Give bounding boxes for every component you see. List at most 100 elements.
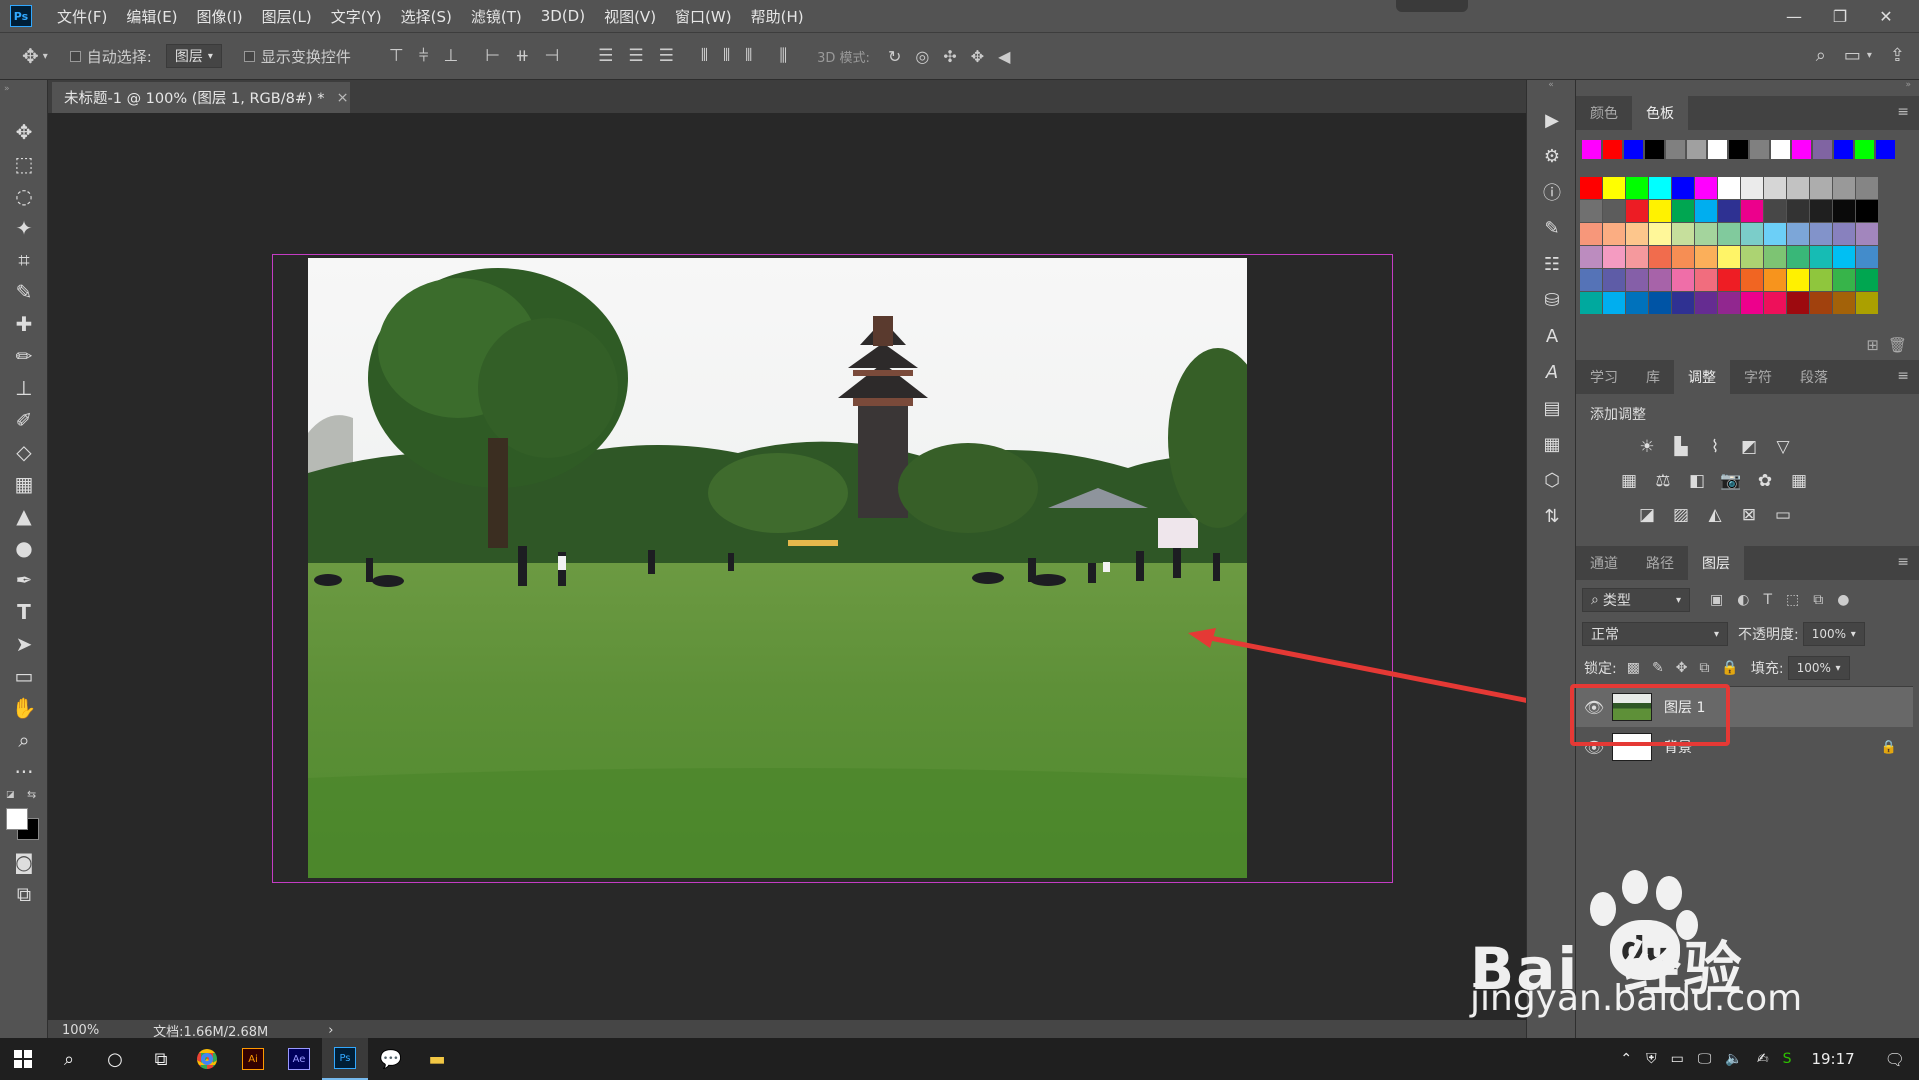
gradient-icon[interactable]: ▦ xyxy=(0,468,48,500)
gradient-map-icon[interactable]: ▭ xyxy=(1770,502,1796,528)
delete-swatch-icon[interactable]: 🗑 xyxy=(1888,336,1907,354)
swatch[interactable] xyxy=(1764,246,1786,268)
tray-chevron-icon[interactable]: ⌃ xyxy=(1620,1051,1632,1067)
panel-tab[interactable]: 调整 xyxy=(1674,360,1730,394)
color-lookup-icon[interactable]: ▦ xyxy=(1786,468,1812,494)
swatch[interactable] xyxy=(1580,223,1602,245)
invert-icon[interactable]: ◪ xyxy=(1634,502,1660,528)
align-hcenter-icon[interactable]: ⧺ xyxy=(515,46,529,66)
panel-tab[interactable]: 段落 xyxy=(1786,360,1842,394)
swatch[interactable] xyxy=(1649,269,1671,291)
filter-pixel-icon[interactable]: ▣ xyxy=(1710,592,1723,608)
swatch[interactable] xyxy=(1695,292,1717,314)
windows-start-icon[interactable] xyxy=(0,1038,46,1080)
posterize-icon[interactable]: ▨ xyxy=(1668,502,1694,528)
panel-tab[interactable]: 字符 xyxy=(1730,360,1786,394)
distribute-left-icon[interactable]: ⫴ xyxy=(701,46,708,66)
levels-icon[interactable]: ▙ xyxy=(1668,434,1694,460)
lock-paint-icon[interactable]: ✎ xyxy=(1652,660,1664,676)
distribute-vcenter-icon[interactable]: ☰ xyxy=(628,46,643,66)
swatch[interactable] xyxy=(1695,177,1717,199)
pan-3d-icon[interactable]: ✣ xyxy=(943,47,956,66)
comment-icon[interactable]: ▦ xyxy=(1527,426,1577,462)
swatch[interactable] xyxy=(1856,177,1878,199)
align-right-icon[interactable]: ⊣ xyxy=(544,46,559,66)
distribute-bottom-icon[interactable]: ☰ xyxy=(659,46,674,66)
orbit-3d-icon[interactable]: ↻ xyxy=(888,47,901,66)
slide-3d-icon[interactable]: ✥ xyxy=(971,47,984,66)
auto-align-icon[interactable]: ⫼ xyxy=(779,46,787,66)
network-icon[interactable]: 🖵 xyxy=(1698,1051,1712,1067)
swatch[interactable] xyxy=(1833,223,1855,245)
more-tools-icon[interactable]: ··· xyxy=(0,756,48,788)
adjustments-menu-icon[interactable]: ≡ xyxy=(1897,368,1909,384)
swatch[interactable] xyxy=(1718,177,1740,199)
menu-item[interactable]: 窗口(W) xyxy=(675,6,732,27)
adjust-sliders-icon[interactable]: ☷ xyxy=(1527,246,1577,282)
swatch[interactable] xyxy=(1856,292,1878,314)
swatch[interactable] xyxy=(1833,246,1855,268)
notifications-icon[interactable]: 🗨 xyxy=(1885,1050,1905,1069)
battery-icon[interactable]: ▭ xyxy=(1671,1051,1684,1067)
dock-collapse-icon[interactable]: « xyxy=(1527,80,1575,102)
lasso-icon[interactable]: ◌ xyxy=(0,180,48,212)
swatch[interactable] xyxy=(1666,140,1685,159)
swatch[interactable] xyxy=(1626,200,1648,222)
workspace-chevron-icon[interactable]: ▾ xyxy=(1867,50,1872,61)
pen-icon[interactable]: ✍ xyxy=(1757,1051,1769,1067)
brush-icon[interactable]: ✏ xyxy=(0,340,48,372)
glyph-icon[interactable]: A xyxy=(1527,354,1577,390)
workspace-icon[interactable]: ▭ xyxy=(1844,45,1861,66)
opacity-input[interactable]: 100% ▾ xyxy=(1802,622,1865,646)
document-tab[interactable]: 未标题-1 @ 100% (图层 1, RGB/8#) * × xyxy=(52,82,350,113)
swatch[interactable] xyxy=(1626,223,1648,245)
swatch[interactable] xyxy=(1787,177,1809,199)
panel-tab[interactable]: 色板 xyxy=(1632,96,1688,130)
swatch[interactable] xyxy=(1718,269,1740,291)
swatch[interactable] xyxy=(1856,269,1878,291)
channel-mixer-icon[interactable]: ✿ xyxy=(1752,468,1778,494)
clock[interactable]: 19:17 xyxy=(1811,1050,1854,1068)
crop-icon[interactable]: ⌗ xyxy=(0,244,48,276)
menu-item[interactable]: 文件(F) xyxy=(57,6,107,27)
swatch[interactable] xyxy=(1855,140,1874,159)
stamp-icon[interactable]: ⊥ xyxy=(0,372,48,404)
distribute-hcenter-icon[interactable]: ⫴ xyxy=(723,46,730,66)
lock-move-icon[interactable]: ✥ xyxy=(1676,660,1688,676)
swatch[interactable] xyxy=(1810,292,1832,314)
status-menu-icon[interactable]: › xyxy=(328,1023,333,1038)
timeline-icon[interactable]: ⇅ xyxy=(1527,498,1577,534)
swatch[interactable] xyxy=(1833,292,1855,314)
roll-3d-icon[interactable]: ◎ xyxy=(915,47,929,66)
layer-filter-dropdown[interactable]: ⌕ 类型 ▾ xyxy=(1582,588,1690,612)
exposure-icon[interactable]: ◩ xyxy=(1736,434,1762,460)
panel-tab[interactable]: 通道 xyxy=(1576,546,1632,580)
restore-icon[interactable]: ❐ xyxy=(1817,7,1863,26)
swatch[interactable] xyxy=(1672,269,1694,291)
menu-item[interactable]: 视图(V) xyxy=(604,6,656,27)
align-top-icon[interactable]: ⊤ xyxy=(389,46,404,66)
swatch[interactable] xyxy=(1750,140,1769,159)
path-select-icon[interactable]: ➤ xyxy=(0,628,48,660)
move-tool-icon[interactable]: ✥ xyxy=(22,44,39,68)
scale-3d-icon[interactable]: ◀ xyxy=(998,47,1010,66)
swatch[interactable] xyxy=(1626,177,1648,199)
align-bottom-icon[interactable]: ⊥ xyxy=(443,46,458,66)
marquee-icon[interactable]: ⬚ xyxy=(0,148,48,180)
swatch[interactable] xyxy=(1834,140,1853,159)
swatch[interactable] xyxy=(1787,223,1809,245)
lock-artboard-icon[interactable]: ⧉ xyxy=(1699,660,1709,676)
swatch[interactable] xyxy=(1856,223,1878,245)
swatch[interactable] xyxy=(1792,140,1811,159)
swatch[interactable] xyxy=(1771,140,1790,159)
swatch[interactable] xyxy=(1603,292,1625,314)
layers-menu-icon[interactable]: ≡ xyxy=(1897,554,1909,570)
lock-transparent-icon[interactable]: ▩ xyxy=(1627,660,1640,676)
volume-icon[interactable]: 🔈 xyxy=(1725,1051,1742,1067)
swatch[interactable] xyxy=(1603,223,1625,245)
align-vcenter-icon[interactable]: ⫩ xyxy=(419,46,429,66)
menu-item[interactable]: 图像(I) xyxy=(197,6,243,27)
panel-tab[interactable]: 路径 xyxy=(1632,546,1688,580)
distribute-right-icon[interactable]: ⫴ xyxy=(745,46,752,66)
swatch[interactable] xyxy=(1741,200,1763,222)
